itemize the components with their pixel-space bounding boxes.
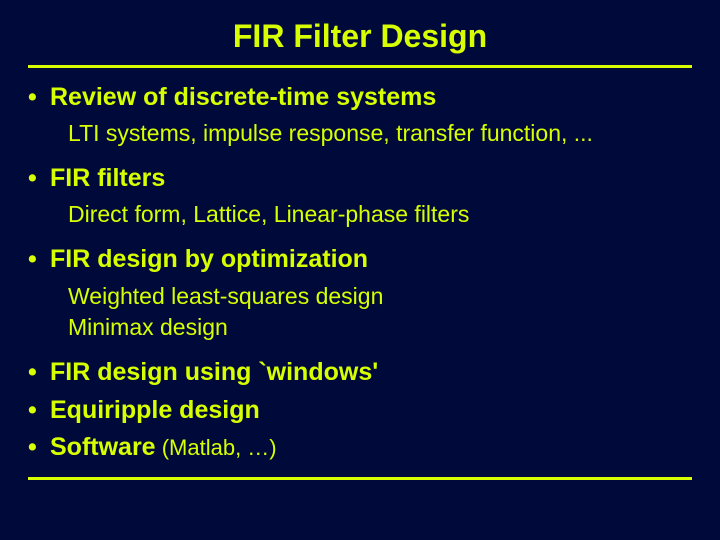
- bullet-item: FIR filters: [28, 163, 692, 194]
- bullet-item: Review of discrete-time systems: [28, 82, 692, 113]
- bullet-heading: FIR design by optimization: [50, 245, 368, 273]
- bullet-heading: Equiripple design: [50, 396, 260, 424]
- sub-list: Direct form, Lattice, Linear-phase filte…: [28, 200, 692, 230]
- bullet-note: (Matlab, …): [156, 435, 277, 460]
- bullet-heading: Software: [50, 433, 156, 461]
- slide-title: FIR Filter Design: [28, 18, 692, 55]
- divider-top: [28, 65, 692, 68]
- bullet-item: Software (Matlab, …): [28, 432, 692, 463]
- bullet-list: Review of discrete-time systems LTI syst…: [28, 82, 692, 463]
- bullet-item: Equiripple design: [28, 395, 692, 426]
- slide: FIR Filter Design Review of discrete-tim…: [0, 0, 720, 540]
- bullet-heading: FIR filters: [50, 164, 165, 192]
- sub-list: Weighted least-squares design Minimax de…: [28, 282, 692, 344]
- sub-item: Direct form, Lattice, Linear-phase filte…: [68, 200, 692, 230]
- sub-item: LTI systems, impulse response, transfer …: [68, 119, 692, 149]
- sub-list: LTI systems, impulse response, transfer …: [28, 119, 692, 149]
- bullet-item: FIR design using `windows': [28, 357, 692, 388]
- bullet-item: FIR design by optimization: [28, 244, 692, 275]
- sub-item: Minimax design: [68, 313, 692, 343]
- bullet-heading: FIR design using `windows': [50, 358, 378, 386]
- bullet-heading: Review of discrete-time systems: [50, 83, 436, 111]
- divider-bottom: [28, 477, 692, 480]
- sub-item: Weighted least-squares design: [68, 282, 692, 312]
